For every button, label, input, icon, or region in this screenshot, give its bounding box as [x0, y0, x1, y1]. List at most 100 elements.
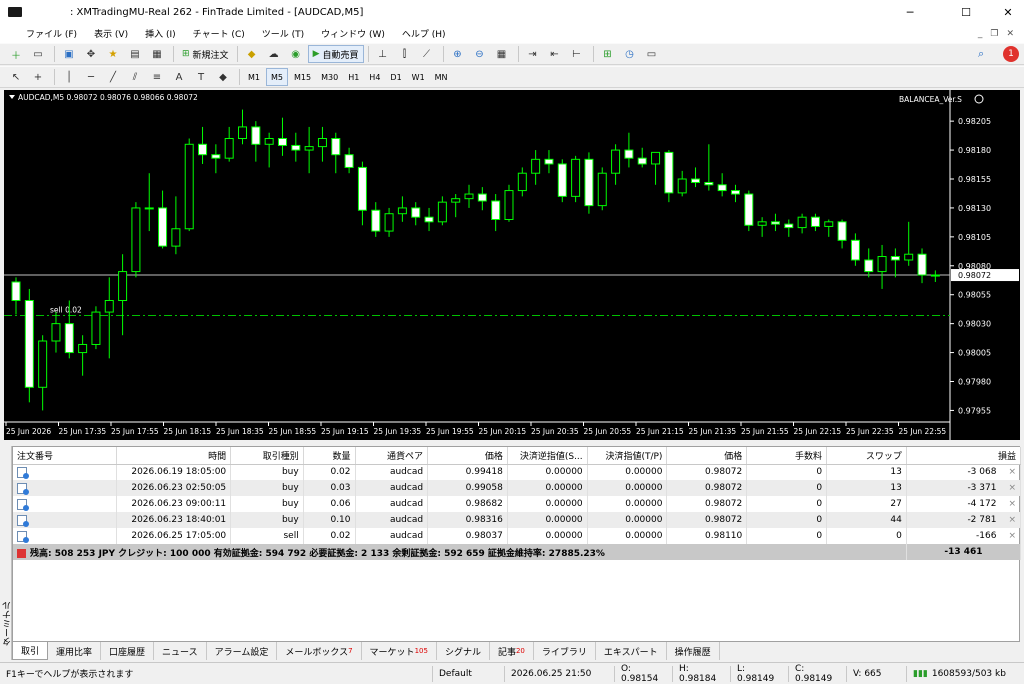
candlestick-icon[interactable]: ⫿	[395, 45, 415, 63]
table-row[interactable]: 2026.06.23 18:40:01 buy 0.10 audcad 0.98316 0…	[13, 512, 1022, 528]
menu-help[interactable]: ヘルプ (H)	[402, 27, 446, 40]
tab-10[interactable]: エキスパート	[596, 642, 667, 660]
templates-icon[interactable]: ▭	[642, 45, 662, 63]
fibonacci-icon[interactable]: ≡	[147, 68, 167, 86]
data-window-icon[interactable]: ✥	[81, 45, 101, 63]
table-row[interactable]: 2026.06.25 17:05:00 sell 0.02 audcad 0.98037…	[13, 528, 1022, 544]
col-type[interactable]: 取引種別	[230, 447, 304, 465]
col-volume[interactable]: 数量	[303, 447, 356, 465]
cell-symbol: audcad	[355, 480, 429, 496]
menu-tools[interactable]: ツール (T)	[262, 27, 304, 40]
col-take-profit[interactable]: 決済指値(T/P)	[587, 447, 668, 465]
signals-icon[interactable]: ◉	[286, 45, 306, 63]
chart-scroll-icon[interactable]: ⊢	[567, 45, 587, 63]
table-row[interactable]: 2026.06.23 02:50:05 buy 0.03 audcad 0.99058 0…	[13, 480, 1022, 496]
text-icon[interactable]: A	[169, 68, 189, 86]
timeframe-d1[interactable]: D1	[386, 68, 405, 86]
new-order-button[interactable]: ⊞ 新規注文	[178, 45, 233, 63]
col-time[interactable]: 時間	[116, 447, 232, 465]
zoom-out-icon[interactable]: ⊖	[470, 45, 490, 63]
menu-view[interactable]: 表示 (V)	[94, 27, 128, 40]
menu-file[interactable]: ファイル (F)	[26, 27, 77, 40]
col-swap[interactable]: スワップ	[826, 447, 907, 465]
strategy-tester-icon[interactable]: ▦	[147, 45, 167, 63]
col-order-id[interactable]: 注文番号	[13, 447, 118, 465]
menu-insert[interactable]: 挿入 (I)	[145, 27, 176, 40]
notification-badge[interactable]: 1	[1003, 46, 1019, 62]
tab-3[interactable]: ニュース	[154, 642, 207, 660]
timeframe-m30[interactable]: M30	[317, 68, 342, 86]
menu-chart[interactable]: チャート (C)	[193, 27, 245, 40]
tab-2[interactable]: 口座履歴	[101, 642, 155, 660]
timeframe-h4[interactable]: H4	[365, 68, 384, 86]
child-close-icon[interactable]: ✕	[1006, 29, 1014, 39]
timeframe-w1[interactable]: W1	[408, 68, 429, 86]
child-minimize-icon[interactable]: _	[978, 29, 983, 39]
crosshair-icon[interactable]: +	[28, 68, 48, 86]
navigator-icon[interactable]: ★	[103, 45, 123, 63]
col-symbol[interactable]: 通貨ペア	[355, 447, 429, 465]
line-chart-icon[interactable]: ⟋	[417, 45, 437, 63]
timeframe-mn[interactable]: MN	[431, 68, 452, 86]
timeframe-h1[interactable]: H1	[344, 68, 363, 86]
col-commission[interactable]: 手数料	[746, 447, 828, 465]
col-profit[interactable]: 損益	[906, 447, 1022, 465]
price-chart[interactable]: 0.98205 0.98180 0.98155 0.98130 0.98105 0.980…	[4, 90, 1020, 440]
autoscroll-icon[interactable]: ⇤	[545, 45, 565, 63]
cell-current-price: 0.98072	[666, 464, 748, 480]
timeframe-m15[interactable]: M15	[290, 68, 315, 86]
tab-label: 口座履歴	[109, 647, 146, 658]
vps-icon[interactable]: ☁	[264, 45, 284, 63]
timeframe-m1[interactable]: M1	[244, 68, 264, 86]
close-position-icon[interactable]: ×	[1008, 531, 1016, 541]
autotrade-button[interactable]: ▶ 自動売買	[307, 45, 364, 63]
table-row[interactable]: 2026.06.23 09:00:11 buy 0.06 audcad 0.98682 0…	[13, 496, 1022, 512]
col-stop-loss[interactable]: 決済逆指値(S...	[507, 447, 588, 465]
tile-windows-icon[interactable]: ▦	[492, 45, 512, 63]
shapes-icon[interactable]: ◆	[213, 68, 233, 86]
chart-shift-icon[interactable]: ⇥	[523, 45, 543, 63]
market-watch-icon[interactable]: ▣	[59, 45, 79, 63]
text-label-icon[interactable]: T	[191, 68, 211, 86]
tab-4[interactable]: アラーム設定	[207, 642, 278, 660]
tab-7[interactable]: シグナル	[437, 642, 490, 660]
terminal-icon[interactable]: ▤	[125, 45, 145, 63]
zoom-in-icon[interactable]: ⊕	[448, 45, 468, 63]
search-icon[interactable]: ⌕	[978, 47, 984, 61]
table-row[interactable]: 2026.06.19 18:05:00 buy 0.02 audcad 0.99418 0…	[13, 464, 1022, 480]
timeframe-m5[interactable]: M5	[266, 68, 288, 86]
cell-order-id	[13, 480, 118, 496]
tab-6[interactable]: マーケット 105	[362, 642, 437, 660]
chart-canvas[interactable]: 0.98205 0.98180 0.98155 0.98130 0.98105 0.980…	[4, 90, 1020, 440]
close-position-icon[interactable]: ×	[1008, 483, 1016, 493]
minimize-button[interactable]: ─	[887, 0, 933, 24]
bar-chart-icon[interactable]: ⊥	[373, 45, 393, 63]
menu-window[interactable]: ウィンドウ (W)	[321, 27, 385, 40]
tab-11[interactable]: 操作履歴	[667, 642, 720, 660]
metaeditor-icon[interactable]: ◆	[242, 45, 262, 63]
tab-8[interactable]: 記事 20	[490, 642, 534, 660]
new-chart-icon[interactable]: ＋	[6, 45, 26, 63]
candle-body	[464, 193, 474, 200]
tab-9[interactable]: ライブラリ	[534, 642, 596, 660]
close-position-icon[interactable]: ×	[1008, 467, 1016, 477]
child-restore-icon[interactable]: ❐	[990, 29, 998, 39]
close-button[interactable]: ✕	[985, 0, 1024, 24]
tab-1[interactable]: 運用比率	[48, 642, 102, 660]
channel-icon[interactable]: ⫽	[125, 68, 145, 86]
profiles-icon[interactable]: ▭	[28, 45, 48, 63]
tab-5[interactable]: メールボックス 7	[277, 642, 362, 660]
close-position-icon[interactable]: ×	[1008, 499, 1016, 509]
horizontal-line-icon[interactable]: ─	[81, 68, 101, 86]
tab-0[interactable]: 取引	[12, 642, 49, 660]
cursor-icon[interactable]: ↖	[6, 68, 26, 86]
vertical-line-icon[interactable]: │	[59, 68, 79, 86]
close-position-icon[interactable]: ×	[1008, 515, 1016, 525]
candle-body	[544, 158, 554, 165]
trendline-icon[interactable]: ╱	[103, 68, 123, 86]
maximize-button[interactable]: ☐	[943, 0, 989, 24]
periods-icon[interactable]: ◷	[620, 45, 640, 63]
col-current-price[interactable]: 価格	[666, 447, 748, 465]
col-open-price[interactable]: 価格	[427, 447, 508, 465]
indicators-icon[interactable]: ⊞	[598, 45, 618, 63]
